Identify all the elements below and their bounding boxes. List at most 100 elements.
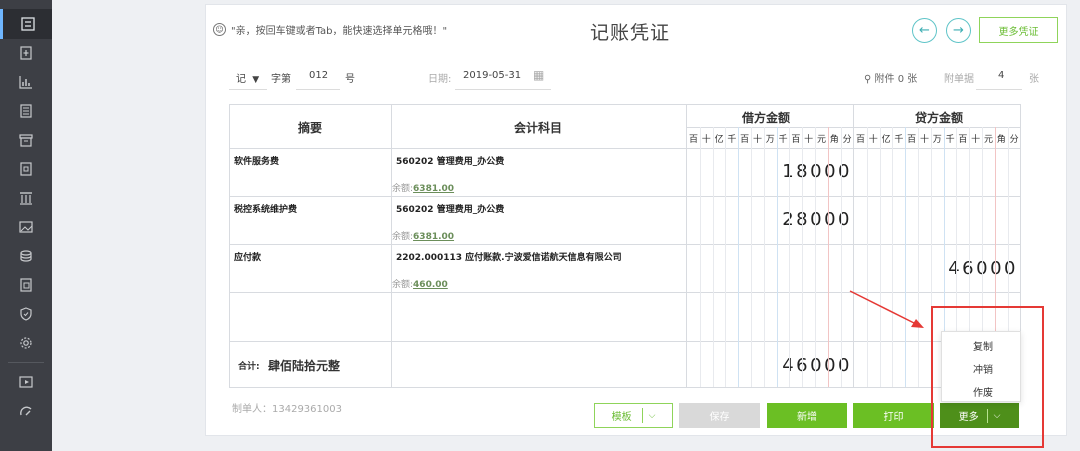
debit-digit-label: 十 — [701, 135, 711, 145]
chevron-down-icon: ⌵ — [648, 410, 656, 421]
document-icon — [20, 17, 35, 31]
debit-digit-label: 千 — [727, 135, 737, 145]
debit-digit-label: 百 — [791, 135, 801, 145]
more-vouchers-button[interactable]: 更多凭证 — [979, 17, 1058, 43]
zi-label: 字第 — [271, 74, 291, 85]
credit-header: 贷方金额 — [915, 111, 964, 125]
credit-digit-label: 角 — [996, 135, 1006, 145]
row3-balance: 余额:460.00 — [392, 280, 448, 290]
credit-digit-label: 百 — [907, 135, 917, 145]
debit-digit-label: 元 — [816, 135, 826, 145]
attach-docs-input[interactable]: 4 — [998, 70, 1004, 81]
shield-icon — [20, 307, 32, 321]
credit-digit-label: 百 — [855, 135, 865, 145]
sidebar-item-ledger[interactable] — [0, 38, 52, 68]
debit-digit-label: 分 — [842, 135, 852, 145]
debit-digit-label: 千 — [778, 135, 788, 145]
template-label: 模板 — [611, 412, 632, 423]
total-label: 合计: — [238, 362, 260, 372]
credit-digit-label: 十 — [971, 135, 981, 145]
date-input[interactable]: 2019-05-31 — [463, 70, 521, 81]
smile-icon: ☺ — [213, 23, 226, 36]
page-title: 记账凭证 — [590, 22, 671, 44]
sidebar-item-voucher[interactable] — [0, 9, 52, 39]
summary-header: 摘要 — [298, 121, 323, 135]
prev-voucher-button[interactable]: ← — [912, 18, 937, 43]
template-button[interactable]: 模板 ⌵ — [594, 403, 673, 428]
book-icon — [20, 104, 32, 118]
voucher-type-value: 记 — [236, 74, 246, 85]
next-voucher-button[interactable]: → — [946, 18, 971, 43]
sidebar-item-invoice[interactable] — [0, 154, 52, 184]
arrow-left-icon: ← — [919, 23, 930, 38]
attachment-count: 附件 0 张 — [874, 74, 918, 85]
sidebar-item-video[interactable] — [0, 367, 52, 397]
account-header: 会计科目 — [514, 121, 563, 135]
sidebar-item-assets[interactable] — [0, 183, 52, 213]
sidebar-item-settings[interactable] — [0, 328, 52, 358]
credit-digit-label: 分 — [1009, 135, 1019, 145]
calendar-icon[interactable]: ▦ — [533, 68, 544, 82]
coins-icon — [20, 250, 32, 262]
voucher-number-input[interactable]: 012 — [309, 70, 328, 81]
bar-chart-icon — [19, 76, 32, 89]
sidebar-item-images[interactable] — [0, 212, 52, 242]
annotation-highlight-box — [931, 306, 1044, 448]
sidebar-item-tax[interactable] — [0, 299, 52, 329]
credit-digit-label: 元 — [983, 135, 993, 145]
caret-down-icon: ▼ — [252, 75, 260, 85]
attach-docs-label: 附单据 — [944, 74, 974, 85]
sidebar — [0, 0, 52, 451]
creator-label: 制单人：13429361003 — [232, 404, 342, 415]
debit-digit-label: 亿 — [714, 135, 724, 145]
print-button[interactable]: 打印 — [853, 403, 934, 428]
row3-summary[interactable]: 应付款 — [234, 250, 261, 263]
sidebar-item-books[interactable] — [0, 96, 52, 126]
debit-header: 借方金额 — [742, 111, 791, 125]
debit-digit-label: 百 — [688, 135, 698, 145]
sidebar-item-checkout[interactable] — [0, 270, 52, 300]
credit-digit-label: 亿 — [881, 135, 891, 145]
paperclip-icon: ⚲ — [864, 74, 872, 85]
archive-icon — [19, 134, 33, 147]
invoice-icon — [20, 162, 32, 176]
debit-digit-label: 十 — [752, 135, 762, 145]
row2-account[interactable]: 560202 管理费用_办公费 — [396, 202, 504, 215]
ledger-icon — [20, 46, 32, 60]
row2-balance: 余额:6381.00 — [392, 232, 455, 242]
credit-digit-label: 万 — [932, 135, 942, 145]
hao-label: 号 — [345, 74, 355, 85]
play-icon — [19, 376, 33, 388]
image-icon — [19, 221, 33, 233]
credit-digit-label: 千 — [894, 135, 904, 145]
save-button[interactable]: 保存 — [679, 403, 760, 428]
debit-digit-label: 百 — [740, 135, 750, 145]
row1-account[interactable]: 560202 管理费用_办公费 — [396, 154, 504, 167]
date-label: 日期: — [428, 74, 452, 85]
sidebar-item-wages[interactable] — [0, 241, 52, 271]
attachment-link[interactable]: ⚲ 附件 0 张 — [864, 70, 917, 85]
sidebar-item-speed[interactable] — [0, 396, 52, 426]
row3-account[interactable]: 2202.000113 应付账款.宁波爱信诺航天信息有限公司 — [396, 250, 622, 263]
sidebar-item-reports[interactable] — [0, 67, 52, 97]
credit-digit-label: 百 — [958, 135, 968, 145]
keyboard-tip: ☺ "亲，按回车键或者Tab，能快速选择单元格哦！" — [213, 22, 447, 37]
gauge-icon — [20, 406, 32, 416]
tip-text: "亲，按回车键或者Tab，能快速选择单元格哦！" — [231, 26, 448, 37]
sidebar-item-archive[interactable] — [0, 125, 52, 155]
credit-digit-label: 十 — [919, 135, 929, 145]
gear-icon — [20, 337, 32, 349]
zhang-label: 张 — [1029, 74, 1039, 85]
checklist-icon — [20, 278, 32, 292]
debit-digit-label: 万 — [765, 135, 775, 145]
row1-balance: 余额:6381.00 — [392, 184, 455, 194]
arrow-right-icon: → — [953, 23, 964, 38]
debit-digit-label: 角 — [829, 135, 839, 145]
add-button[interactable]: 新增 — [767, 403, 847, 428]
voucher-table: 摘要 会计科目 借方金额 贷方金额 软件服务费 560202 管理费用_办公费 … — [229, 104, 1021, 388]
row1-summary[interactable]: 软件服务费 — [234, 154, 279, 167]
building-icon — [20, 192, 32, 205]
voucher-type-select[interactable]: 记 ▼ — [236, 70, 259, 85]
row2-summary[interactable]: 税控系统维护费 — [234, 202, 297, 215]
credit-digit-label: 十 — [868, 135, 878, 145]
